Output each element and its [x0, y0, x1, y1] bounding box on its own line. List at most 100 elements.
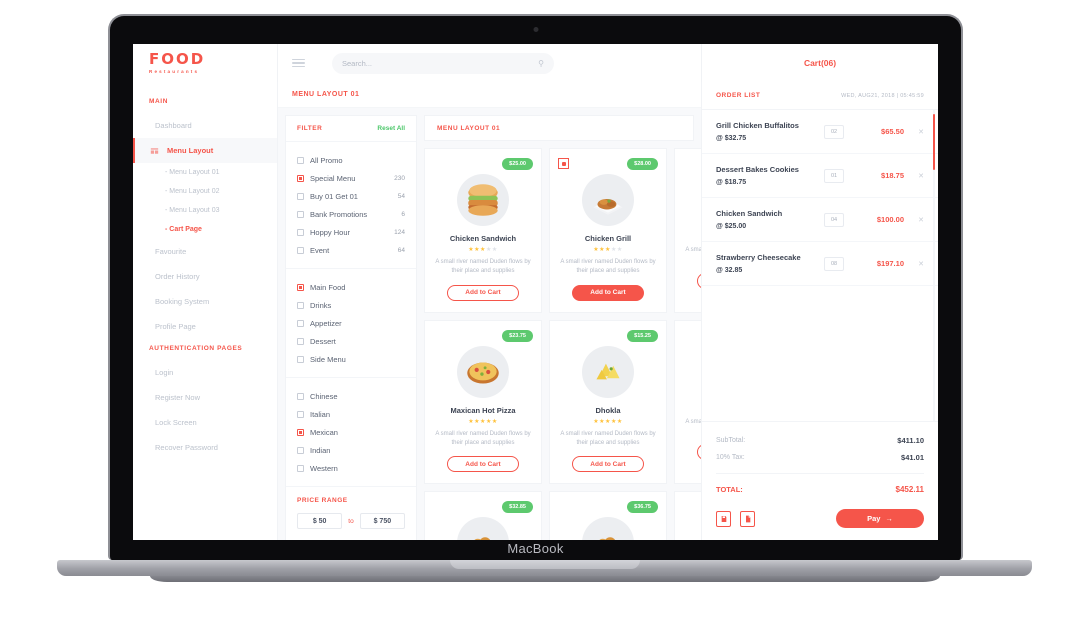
checkbox-icon[interactable] [297, 283, 304, 291]
sidebar-item-register[interactable]: Register Now [133, 385, 277, 410]
sidebar-item-dashboard[interactable]: Dashboard [133, 113, 277, 138]
price-max-input[interactable]: $ 750 [359, 513, 406, 529]
pay-button[interactable]: Pay → [836, 509, 924, 528]
menu-card[interactable]: $15.25 Dhokla ★★★★★ A small river named Dud… [549, 319, 667, 485]
checkbox-icon[interactable] [297, 355, 304, 363]
menu-card[interactable]: $32.85★★★★★A small river named Duden flo… [424, 491, 542, 540]
cart-item-qty-input[interactable]: 08 [824, 256, 844, 271]
sidebar-item-lock-screen[interactable]: Lock Screen [133, 410, 277, 435]
save-icon[interactable] [716, 510, 731, 527]
card-title: Chicken Sandwich [449, 234, 517, 243]
filter-label: Hoppy Hour [310, 227, 351, 237]
menu-card[interactable]: $23.75 Maxican Hot Pizza ★★★★★ A small rive… [424, 319, 542, 485]
menu-card[interactable]: $28.00 Chicken Grill ★★★★★ A small river na… [549, 148, 667, 313]
filter-option-event[interactable]: Event 64 [297, 241, 405, 259]
search-icon[interactable]: ⚲ [538, 59, 544, 68]
sidebar-item-menu-layout-03[interactable]: - Menu Layout 03 [133, 201, 277, 220]
checkbox-icon[interactable] [297, 428, 304, 436]
tax-row: 10% Tax: $41.01 [716, 449, 924, 466]
sidebar-item-login[interactable]: Login [133, 360, 277, 385]
menu-card[interactable]: $36.75★★★★★A small river named Duden flo… [549, 491, 667, 540]
checkbox-icon[interactable] [297, 446, 304, 454]
checkbox-icon[interactable] [297, 464, 304, 472]
filter-option-all-promo[interactable]: All Promo [297, 151, 405, 169]
sidebar-item-order-history[interactable]: Order History [133, 264, 277, 289]
filter-option-bank-promotions[interactable]: Bank Promotions 6 [297, 205, 405, 223]
checkbox-icon[interactable] [297, 337, 304, 345]
reset-all-button[interactable]: Reset All [377, 125, 405, 132]
sidebar-item-booking-system[interactable]: Booking System [133, 289, 277, 314]
filter-option-chinese[interactable]: Chinese [297, 387, 405, 405]
checkbox-icon[interactable] [297, 174, 304, 182]
checkbox-icon[interactable] [297, 228, 304, 236]
sidebar-item-recover-password[interactable]: Recover Password [133, 435, 277, 460]
checkbox-icon[interactable] [297, 410, 304, 418]
cart-item-info: Chicken Sandwich @ $25.00 [716, 209, 812, 230]
card-top-row [683, 330, 701, 344]
filter-label: All Promo [310, 155, 343, 165]
filter-option-western[interactable]: Western [297, 459, 405, 477]
menu-card[interactable]: $25.00 Chicken Sandwich ★★★★★ A small river… [424, 148, 542, 313]
brand-logo[interactable]: FOOD Restaurants [133, 44, 278, 82]
filter-option-buy-01-get-01[interactable]: Buy 01 Get 01 54 [297, 187, 405, 205]
rating-stars: ★★★★★ [593, 247, 623, 253]
add-to-cart-button[interactable]: Add to Cart [447, 456, 519, 473]
checkbox-icon[interactable] [297, 210, 304, 218]
price-min-input[interactable]: $ 50 [297, 513, 343, 529]
checkbox-icon[interactable] [297, 301, 304, 309]
add-to-cart-button[interactable]: Add to Cart [447, 284, 519, 301]
filter-option-indian[interactable]: Indian [297, 441, 405, 459]
cart-item-qty-input[interactable]: 02 [824, 124, 844, 139]
cart-scrollbar-thumb[interactable] [933, 114, 935, 170]
filter-option-drinks[interactable]: Drinks [297, 296, 405, 314]
close-icon[interactable]: ✕ [918, 216, 924, 224]
totals-divider [716, 473, 924, 474]
sidebar-item-cart-page[interactable]: - Cart Page [133, 220, 277, 239]
sidebar-section-auth: AUTHENTICATION PAGES [149, 345, 243, 352]
filter-option-italian[interactable]: Italian [297, 405, 405, 423]
filter-label: Italian [310, 409, 331, 419]
filter-option-main-food[interactable]: Main Food [297, 278, 405, 296]
menu-card[interactable]: ★★★★★A small river named Duden flows by … [674, 491, 701, 540]
logo-subtext: Restaurants [149, 69, 200, 74]
cart-item-qty-input[interactable]: 01 [824, 168, 844, 183]
sidebar-item-profile-page[interactable]: Profile Page [133, 314, 277, 339]
close-icon[interactable]: ✕ [918, 172, 924, 180]
filter-option-dessert[interactable]: Dessert [297, 332, 405, 350]
sidebar-item-favourite[interactable]: Favourite [133, 239, 277, 264]
cart-item-rate: @ $18.75 [716, 179, 747, 186]
search-input[interactable] [342, 58, 539, 68]
close-icon[interactable]: ✕ [918, 128, 924, 136]
hamburger-icon[interactable] [278, 44, 318, 82]
sidebar-item-menu-layout-01[interactable]: - Menu Layout 01 [133, 163, 277, 182]
sidebar-item-menu-layout-02[interactable]: - Menu Layout 02 [133, 182, 277, 201]
checkbox-icon[interactable] [297, 192, 304, 200]
card-description: A small river named Duden flows by their… [435, 259, 531, 275]
filter-option-special-menu[interactable]: Special Menu 230 [297, 169, 405, 187]
close-icon[interactable]: ✕ [918, 260, 924, 268]
filter-option-mexican[interactable]: Mexican [297, 423, 405, 441]
checkbox-icon[interactable] [297, 319, 304, 327]
checkbox-icon[interactable] [297, 156, 304, 164]
card-top-row [683, 501, 701, 515]
cart-item-qty-input[interactable]: 04 [824, 212, 844, 227]
filter-option-side-menu[interactable]: Side Menu [297, 350, 405, 368]
checkbox-icon[interactable] [297, 392, 304, 400]
menu-card[interactable]: ★★★★★A small river named Duden flows by … [674, 148, 701, 313]
card-title: Maxican Hot Pizza [450, 405, 516, 415]
menu-card[interactable]: ★★★★★A small river named Duden flows by … [674, 319, 701, 485]
card-top-row [683, 158, 701, 172]
filter-option-appetizer[interactable]: Appetizer [297, 314, 405, 332]
card-title: Dhokla [595, 405, 621, 415]
cart-header[interactable]: Cart(06) [701, 44, 938, 82]
filter-option-hoppy-hour[interactable]: Hoppy Hour 124 [297, 223, 405, 241]
checkbox-icon[interactable] [297, 246, 304, 254]
card-title: Chicken Grill [584, 234, 632, 243]
add-to-cart-button[interactable]: Add to Cart [572, 456, 644, 473]
search-box[interactable]: ⚲ [332, 52, 554, 74]
arrow-right-icon: → [885, 514, 893, 523]
webcam-icon [533, 27, 538, 32]
invoice-icon[interactable] [740, 510, 755, 527]
add-to-cart-button[interactable]: Add to Cart [572, 284, 644, 301]
sidebar-item-menu-layout[interactable]: Menu Layout [133, 138, 277, 163]
